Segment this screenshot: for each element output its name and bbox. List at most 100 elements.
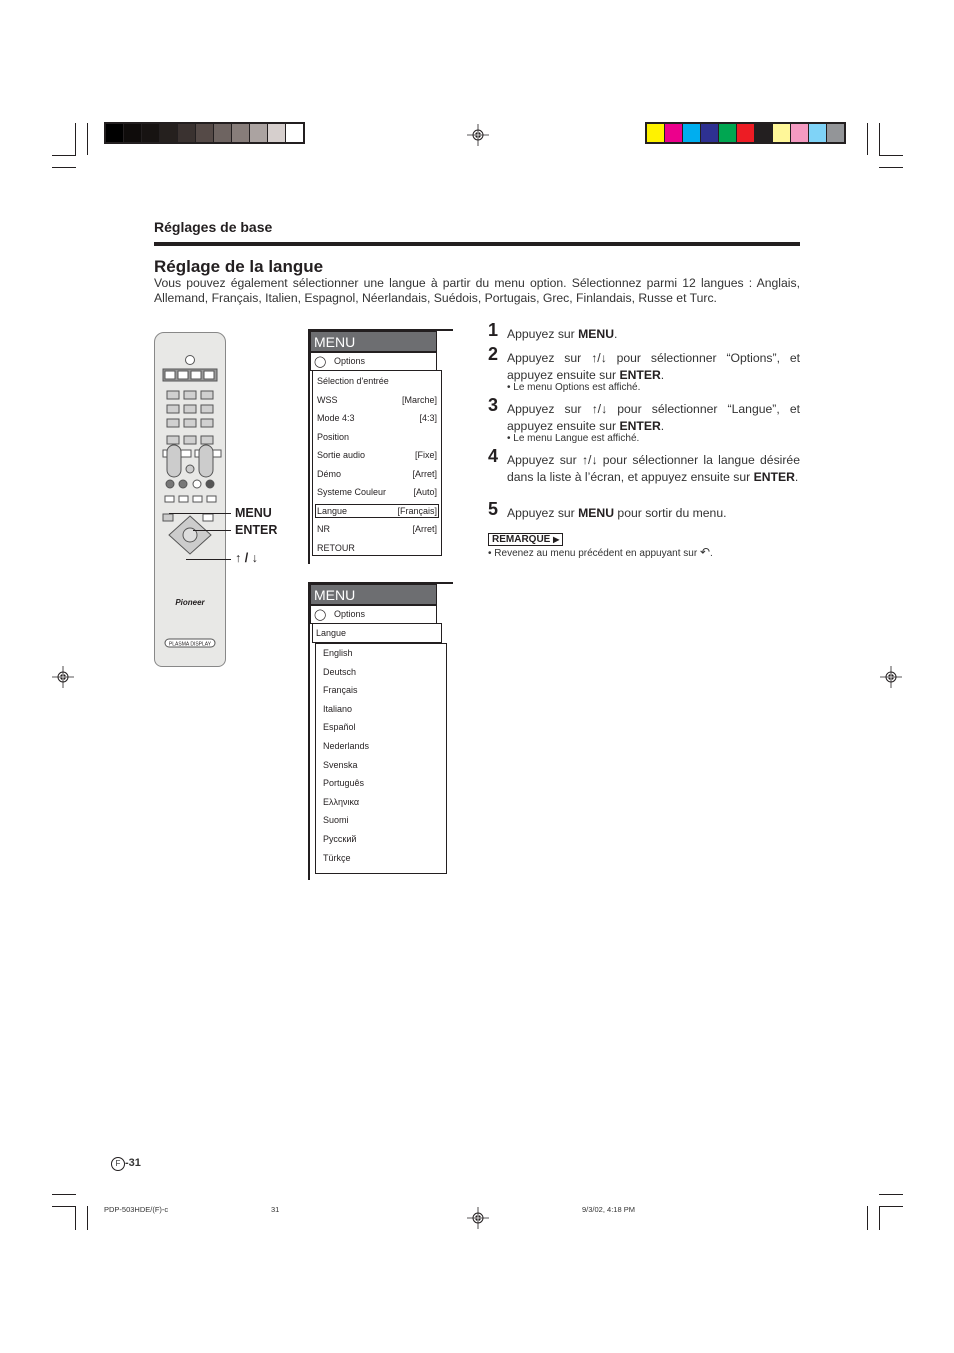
language-option[interactable]: Suomi [323, 815, 349, 825]
registration-mark-icon [467, 124, 489, 146]
menu-callout-line [169, 513, 231, 514]
brand-logo: Pioneer [175, 598, 205, 607]
langue-submenu-header[interactable]: Langue [312, 623, 442, 643]
crop-mark [75, 123, 76, 155]
crop-mark [867, 1206, 868, 1230]
menu-item-label: WSS [317, 394, 338, 405]
menu-frame [308, 582, 310, 880]
options-tab-label: Options [334, 609, 366, 619]
color-swatch [268, 124, 286, 142]
arrow-right-icon: ▶ [553, 535, 560, 544]
menu-item-label: Démo [317, 468, 342, 479]
menu-item-value: [4:3] [419, 413, 437, 423]
step-text-part: Appuyez sur [507, 327, 579, 341]
menu-item-label: Sortie audio [317, 450, 366, 460]
menu-item-label: Sélection d'entrée [317, 376, 389, 386]
language-option[interactable]: English [323, 648, 353, 658]
menu-item[interactable]: Systeme Couleur [Auto] [317, 487, 437, 497]
crop-mark [87, 1206, 88, 1230]
color-calibration-bar [645, 122, 846, 144]
language-option[interactable]: Nederlands [323, 741, 369, 751]
step-1: 1 Appuyez sur MENU. [488, 321, 800, 343]
menu-item-value: [Français] [397, 505, 437, 516]
enter-callout: ENTER [235, 523, 278, 537]
step-text-part: . [660, 418, 665, 433]
menu-item[interactable]: WSS [Marche] [317, 395, 437, 405]
options-tab[interactable]: ◯ Options [310, 605, 437, 624]
menu-item-value: [Auto] [413, 487, 437, 497]
page-number: -31 [125, 1157, 141, 1169]
crop-mark [879, 167, 903, 168]
step-2: 2 Appuyez sur ↑/↓ pour sélectionner “Opti… [488, 345, 800, 383]
step-text-part: . [660, 367, 665, 382]
menu-item[interactable]: Sélection d'entrée [317, 376, 437, 386]
step-number: 2 [488, 344, 499, 364]
crop-mark [52, 155, 76, 156]
color-swatch [827, 124, 844, 142]
remarque-text: • Revenez au menu précédent en appuyant … [488, 548, 698, 559]
color-swatch [719, 124, 737, 142]
language-option[interactable]: Ελληνικα [323, 797, 359, 807]
color-swatch [142, 124, 160, 142]
color-swatch [701, 124, 719, 142]
menu-item[interactable]: RETOUR [317, 543, 437, 553]
registration-mark-icon [467, 1207, 489, 1229]
step-text-part: pour sortir du menu. [614, 506, 727, 520]
crop-mark [879, 1206, 880, 1230]
language-option[interactable]: Português [323, 778, 364, 788]
color-swatch [232, 124, 250, 142]
color-swatch [791, 124, 809, 142]
menu-item[interactable]: Mode 4:3 [4:3] [317, 413, 437, 423]
language-option[interactable]: Türkçe [323, 853, 351, 863]
footer-page: 31 [271, 1205, 280, 1214]
options-tab-label: Options [334, 356, 366, 366]
menu-item[interactable]: Démo [Arret] [317, 469, 437, 479]
langue-label: Langue [316, 628, 347, 638]
color-swatch [647, 124, 665, 142]
options-menu-panel: Sélection d'entrée WSS [Marche] Mode 4:3 [4:… [312, 370, 442, 556]
footer-file: PDP-503HDE/(F)-c [104, 1205, 169, 1214]
menu-item[interactable]: NR [Arret] [317, 524, 437, 534]
crop-mark [879, 123, 880, 155]
language-option[interactable]: Italiano [323, 704, 352, 714]
step-note: • Le menu Options est affiché. [507, 382, 641, 393]
section-divider [154, 242, 800, 246]
language-option[interactable]: Русский [323, 834, 356, 844]
color-swatch [286, 124, 303, 142]
crop-mark [879, 1206, 903, 1207]
step-key-label: MENU [578, 506, 615, 520]
language-option[interactable]: Español [323, 722, 356, 732]
language-badge: F [111, 1157, 125, 1171]
section-label: Réglages de base [154, 219, 273, 235]
color-swatch [809, 124, 827, 142]
grayscale-calibration-bar [104, 122, 305, 144]
registration-mark-icon [880, 666, 902, 688]
color-swatch [773, 124, 791, 142]
options-icon: ◯ [314, 356, 327, 368]
menu-header: MENU [310, 584, 437, 605]
menu-item[interactable]: Sortie audio [Fixe] [317, 450, 437, 460]
step-text: Appuyez sur ↑/↓ pour sélectionner “Optio… [507, 350, 800, 383]
step-note: • Le menu Langue est affiché. [507, 433, 640, 444]
menu-item[interactable]: Position [317, 432, 437, 442]
enter-callout-line [193, 530, 231, 531]
step-number: 4 [488, 446, 499, 466]
menu-item-label: Langue [317, 505, 348, 516]
intro-paragraph: Vous pouvez également sélectionner une l… [154, 276, 800, 305]
menu-item-value: [Arret] [412, 468, 437, 479]
color-swatch [160, 124, 178, 142]
menu-item[interactable]: Langue [Français] [315, 503, 439, 518]
step-4: 4 Appuyez sur ↑/↓ pour sélectionner la la… [488, 447, 800, 485]
remote-label: PLASMA DISPLAY [169, 642, 212, 648]
language-option[interactable]: Svenska [323, 760, 358, 770]
step-number: 5 [488, 499, 499, 519]
options-tab[interactable]: ◯ Options [310, 352, 437, 371]
step-key-label: MENU [578, 327, 615, 341]
step-text-part: Appuyez sur [507, 506, 579, 520]
crop-mark [867, 123, 868, 155]
step-text-part: . [614, 327, 618, 341]
crop-mark [52, 1206, 76, 1207]
color-swatch [755, 124, 773, 142]
language-option[interactable]: Deutsch [323, 667, 356, 677]
language-option[interactable]: Français [323, 685, 358, 695]
